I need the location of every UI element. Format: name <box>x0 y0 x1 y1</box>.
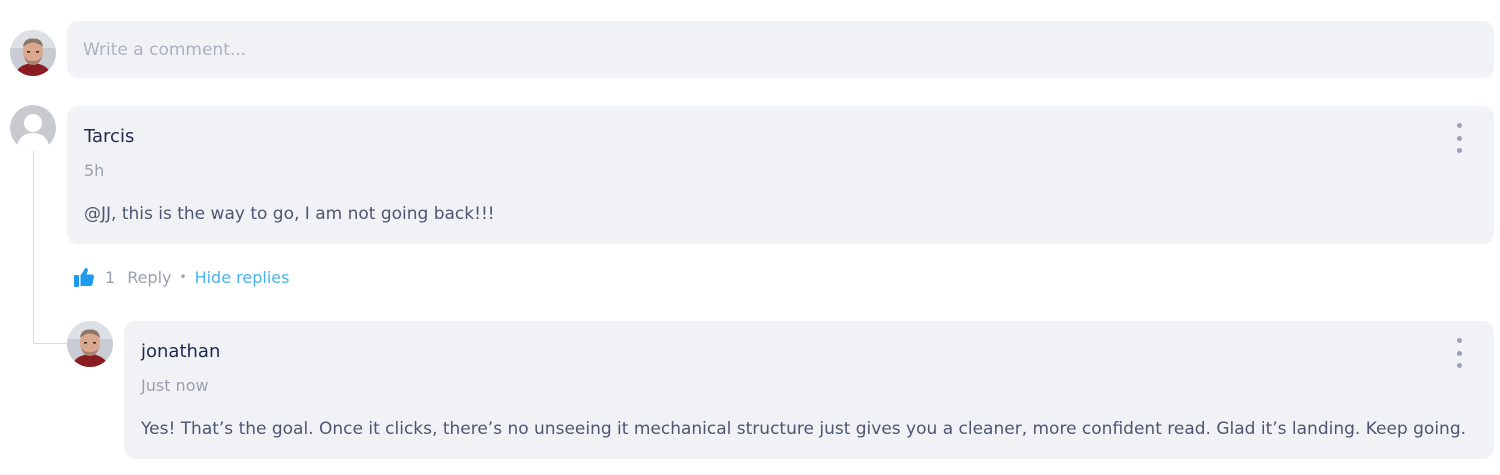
more-vertical-icon[interactable] <box>1447 338 1471 368</box>
hide-replies-button[interactable]: Hide replies <box>195 268 290 287</box>
default-user-avatar-icon[interactable] <box>10 105 56 151</box>
comment-text: @JJ, this is the way to go, I am not goi… <box>84 204 495 224</box>
comment-actions: 1 Reply • Hide replies <box>73 264 289 290</box>
reply-author-avatar[interactable] <box>67 321 113 367</box>
reply-text: Yes! That’s the goal. Once it clicks, th… <box>141 419 1467 439</box>
more-vertical-icon[interactable] <box>1447 123 1471 153</box>
thumbs-up-icon[interactable] <box>73 266 95 288</box>
like-count: 1 <box>105 267 116 287</box>
thread-connector-line <box>33 150 68 344</box>
comment-bubble: Tarcis 5h @JJ, this is the way to go, I … <box>67 106 1494 244</box>
current-user-avatar[interactable] <box>10 30 56 76</box>
comment-timestamp: 5h <box>84 161 105 180</box>
reply-bubble: jonathan Just now Yes! That’s the goal. … <box>124 321 1494 459</box>
comment-composer[interactable] <box>67 21 1494 78</box>
comment-author[interactable]: Tarcis <box>84 126 134 147</box>
reply-button[interactable]: Reply <box>127 268 171 287</box>
reply-timestamp: Just now <box>141 376 209 395</box>
comment-input[interactable] <box>67 21 1494 78</box>
separator: • <box>179 270 187 284</box>
reply-author[interactable]: jonathan <box>141 341 220 362</box>
